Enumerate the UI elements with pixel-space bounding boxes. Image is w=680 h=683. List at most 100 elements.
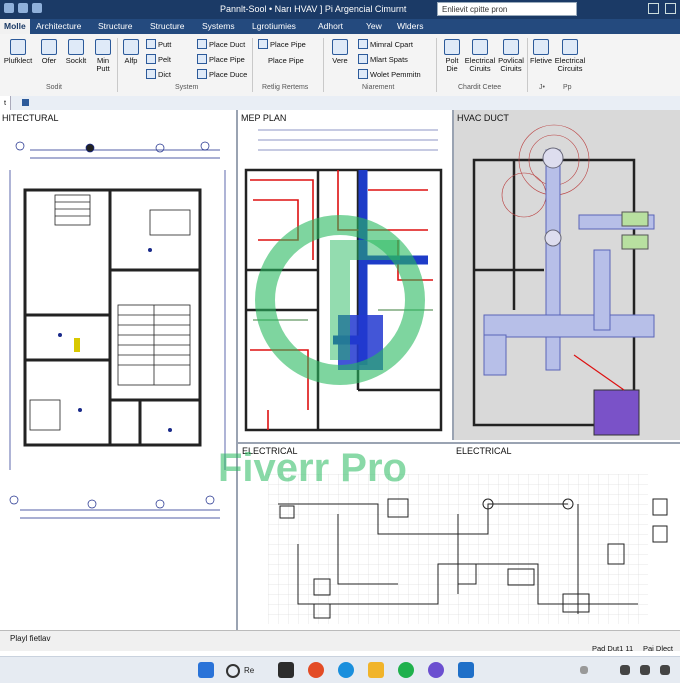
grid-icon: [332, 39, 348, 55]
group-label-chardit-cetee: Chardit Cetee: [458, 84, 502, 91]
socket-icon: [68, 39, 84, 55]
chrome-icon[interactable]: [308, 662, 324, 678]
ribbon-button-min-putt[interactable]: Min Putt: [90, 39, 116, 73]
title-bar: Pannlt-Sool • Narı HVAV ] Pi Argencial C…: [0, 0, 680, 19]
put-icon: [146, 39, 156, 49]
duct-icon: [197, 39, 207, 49]
tab-windows[interactable]: Wlders: [397, 21, 423, 31]
ribbon-wolet-pemmitn[interactable]: Wolet Pemmitn: [358, 69, 421, 79]
group-label-j: J•: [539, 84, 545, 91]
wifi-icon[interactable]: [620, 665, 630, 675]
search-input[interactable]: Enlievit cpitte pron: [437, 2, 577, 16]
volume-icon[interactable]: [640, 665, 650, 675]
view-hvac-duct[interactable]: HVAC DUCT: [454, 110, 680, 440]
ribbon-button-vere[interactable]: Vere: [327, 39, 353, 65]
tab-structure[interactable]: Structure: [98, 21, 133, 31]
status-bar: Playl fietlav Pad Dut1 11 Pai Dlect: [0, 630, 680, 653]
circuit-icon: [562, 39, 578, 55]
ribbon-button-plufklect[interactable]: Plufklect: [3, 39, 33, 65]
chart-icon: [533, 39, 549, 55]
view-title-mep: MEP PLAN: [241, 113, 287, 123]
view-title-electrical-left: ELECTRICAL: [242, 446, 298, 456]
taskbar-search-label[interactable]: Re: [244, 666, 254, 675]
tab-view[interactable]: Yew: [366, 21, 382, 31]
duct-icon: [197, 69, 207, 79]
ribbon-small-dict[interactable]: Dict: [146, 69, 171, 79]
ribbon-button-electrical-circuits[interactable]: Electrical Circuits: [553, 39, 587, 73]
duct-icon: [146, 69, 156, 79]
ribbon-place-pipe-2[interactable]: Place Pipe: [258, 39, 306, 49]
ribbon-button-ofer[interactable]: Ofer: [36, 39, 62, 65]
close-icon[interactable]: [22, 99, 29, 106]
permit-icon: [358, 69, 368, 79]
pipe-icon: [197, 54, 207, 64]
group-label-niarement: Niarement: [362, 84, 395, 91]
edge-icon[interactable]: [338, 662, 354, 678]
ribbon-tabs: Molle Architecture Structure Structure S…: [0, 19, 680, 34]
undo-icon[interactable]: [18, 3, 28, 13]
ribbon-place-pipe[interactable]: Place Pipe: [197, 54, 245, 64]
ribbon-mimral-cpart[interactable]: Mimral Cpart: [358, 39, 413, 49]
minimize-icon[interactable]: [648, 3, 659, 14]
pelt-icon: [146, 54, 156, 64]
align-icon: [123, 39, 139, 55]
tab-architecture[interactable]: Architecture: [36, 21, 81, 31]
ribbon-place-duct[interactable]: Place Duct: [197, 39, 245, 49]
window-title: Pannlt-Sool • Narı HVAV ] Pi Argencial C…: [220, 4, 407, 14]
tab-systems[interactable]: Systems: [202, 21, 235, 31]
ribbon-place-duce[interactable]: Place Duce: [197, 69, 247, 79]
pipe-icon: [258, 39, 268, 49]
group-label-sodit: Sodit: [46, 84, 62, 91]
tab-structure-2[interactable]: Structure: [150, 21, 185, 31]
ribbon-button-fletive[interactable]: Fletive: [529, 39, 553, 65]
ribbon-button-electrical-ciruits[interactable]: Electrical Ciruits: [464, 39, 496, 73]
ribbon: Plufklect Ofer Socklt Min Putt Alfp Putt…: [0, 34, 680, 97]
view-mep-plan[interactable]: MEP PLAN: [238, 110, 454, 440]
view-title-hvac: HVAC DUCT: [457, 113, 509, 123]
maximize-icon[interactable]: [665, 3, 676, 14]
group-label-retlig-rertems: Retlig Rertems: [262, 84, 309, 91]
quick-access-toolbar: [4, 3, 42, 13]
view-tab[interactable]: t: [0, 96, 12, 110]
view-title-electrical-right: ELECTRICAL: [456, 446, 512, 456]
tab-analyze[interactable]: Adhort: [318, 21, 343, 31]
ribbon-button-socklt[interactable]: Socklt: [63, 39, 89, 65]
view-architectural[interactable]: HITECTURAL: [0, 110, 238, 630]
battery-icon[interactable]: [660, 665, 670, 675]
save-icon[interactable]: [4, 3, 14, 13]
ribbon-button-alfp[interactable]: Alfp: [119, 39, 143, 65]
file-explorer-icon[interactable]: [368, 662, 384, 678]
tab-annotate[interactable]: Lgrotiumies: [252, 21, 296, 31]
electrical-schematic: [268, 474, 668, 624]
group-label-pp: Pp: [563, 84, 572, 91]
part-icon: [358, 39, 368, 49]
ribbon-button-povlical-ciruits[interactable]: Povlical Ciruits: [496, 39, 526, 73]
ribbon-small-pelt[interactable]: Pelt: [146, 54, 171, 64]
circuit-icon: [472, 39, 488, 55]
app-icon-green[interactable]: [398, 662, 414, 678]
task-view-icon[interactable]: [278, 662, 294, 678]
mirror-icon: [10, 39, 26, 55]
copy-icon: [41, 39, 57, 55]
redo-icon[interactable]: [32, 3, 42, 13]
app-icon-purple[interactable]: [428, 662, 444, 678]
status-right-text-2: Pai Dlect: [643, 644, 674, 653]
ribbon-small-putt[interactable]: Putt: [146, 39, 171, 49]
windows-start-icon[interactable]: [198, 662, 214, 678]
circuit-icon: [503, 39, 519, 55]
view-electrical[interactable]: ELECTRICAL ELECTRICAL: [238, 442, 680, 632]
group-label-system: System: [175, 84, 199, 91]
architectural-floor-plan: [9, 141, 226, 519]
ribbon-button-polt-die[interactable]: Polt Die: [440, 39, 464, 73]
status-left-text: Playl fietlav: [10, 634, 51, 643]
app-icon-blue[interactable]: [458, 662, 474, 678]
search-icon[interactable]: [226, 664, 240, 678]
view-tab-strip: t: [0, 96, 680, 111]
ribbon-place-pipe-3[interactable]: Place Pipe: [268, 56, 304, 65]
ribbon-mlart-spats[interactable]: Mlart Spats: [358, 54, 408, 64]
taskbar: Re: [0, 656, 680, 683]
tab-file[interactable]: Molle: [0, 19, 30, 34]
mep-floor-plan: [244, 129, 443, 432]
tray-chevron-icon[interactable]: [580, 666, 588, 674]
hvac-duct-plan: [472, 124, 655, 436]
